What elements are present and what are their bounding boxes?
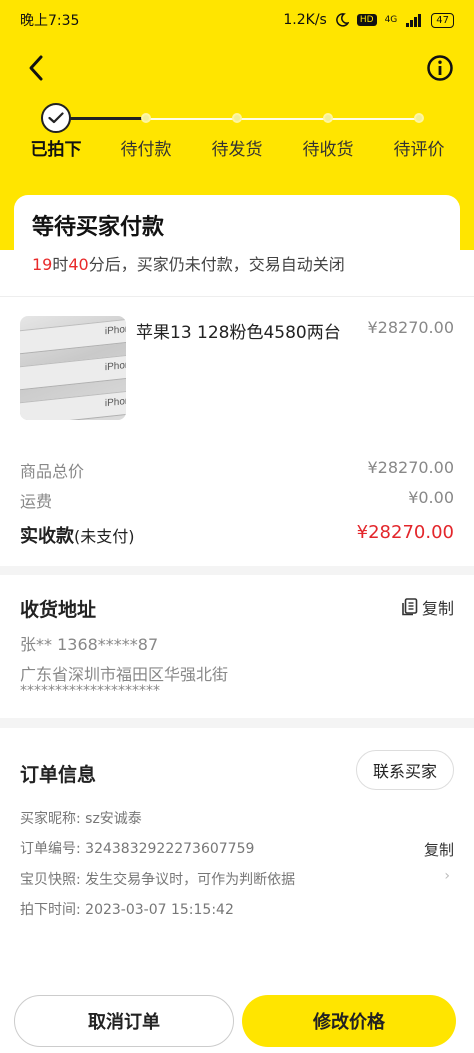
back-button[interactable] — [18, 50, 54, 86]
box-label: iPhone — [104, 323, 126, 338]
moon-icon — [336, 13, 349, 27]
signal-label: 4G — [384, 15, 398, 25]
battery-indicator: 47 — [431, 12, 454, 28]
product-price: ¥28270.00 — [367, 318, 454, 337]
copy-order-number-button[interactable]: 复制 — [424, 839, 454, 860]
step-awaiting-receipt: 待收货 — [291, 95, 365, 160]
goods-total-value: ¥28270.00 — [367, 458, 454, 477]
step-awaiting-payment: 待付款 — [109, 95, 183, 160]
order-number: 订单编号: 3243832922273607759 — [20, 841, 255, 857]
actual-label: 实收款 — [20, 526, 74, 547]
modify-price-button[interactable]: 修改价格 — [242, 995, 456, 1047]
box-layer: iPhone — [20, 353, 126, 391]
hours-unit: 时 — [52, 255, 69, 274]
step-awaiting-review: 待评价 — [382, 95, 456, 160]
status-title: 等待买家付款 — [32, 215, 165, 240]
shipping-address-section: 收货地址 复制 张** 1368*****87 广东省深圳市福田区华强北街 **… — [0, 575, 474, 718]
countdown-minutes: 40 — [68, 255, 89, 274]
check-icon — [41, 103, 71, 133]
buyer-nickname: 买家昵称: sz安诚泰 — [20, 811, 142, 827]
recipient-contact: 张** 1368*****87 — [20, 635, 159, 654]
status-bar: 晚上7:35 1.2K/s HD 4G 47 — [0, 0, 474, 40]
step-placed: 已拍下 — [19, 95, 93, 160]
shipping-row: 运费 ¥0.00 — [20, 488, 454, 512]
box-label: iPhone — [104, 359, 126, 374]
product-section: iPhone iPhone iPhone 苹果13 128粉色4580两台 ¥2… — [0, 296, 474, 566]
step-dot — [414, 113, 424, 123]
snapshot-row[interactable]: 宝贝快照: 发生交易争议时，可作为判断依据 — [20, 869, 295, 889]
contact-buyer-button[interactable]: 联系买家 — [356, 750, 454, 790]
goods-total-label: 商品总价 — [20, 462, 85, 481]
status-time: 晚上7:35 — [20, 13, 80, 29]
step-label: 待收货 — [302, 140, 354, 160]
product-image[interactable]: iPhone iPhone iPhone — [20, 316, 126, 420]
order-info-title: 订单信息 — [20, 764, 97, 786]
payment-status-card: 等待买家付款 19时40分后，买家仍未付款，交易自动关闭 — [14, 195, 460, 283]
step-dot — [232, 113, 242, 123]
chevron-right-icon: › — [444, 868, 450, 884]
address-region: 广东省深圳市福田区华强北街 — [20, 665, 229, 684]
step-label: 已拍下 — [30, 140, 82, 160]
product-title[interactable]: 苹果13 128粉色4580两台 — [136, 318, 341, 343]
bottom-action-bar: 取消订单 修改价格 — [0, 983, 474, 1053]
shipping-label: 运费 — [20, 492, 53, 511]
countdown-text: 19时40分后，买家仍未付款，交易自动关闭 — [32, 251, 442, 275]
copy-address-button[interactable]: 复制 — [402, 595, 454, 619]
step-awaiting-shipment: 待发货 — [200, 95, 274, 160]
cancel-order-button[interactable]: 取消订单 — [14, 995, 234, 1047]
countdown-hours: 19 — [32, 255, 53, 274]
placed-time: 拍下时间: 2023-03-07 15:15:42 — [20, 902, 234, 918]
order-info-section: 订单信息 联系买家 买家昵称: sz安诚泰 订单编号: 324383292227… — [0, 728, 474, 983]
box-layer: iPhone — [20, 389, 126, 420]
step-label: 待发货 — [211, 140, 263, 160]
actual-received-row: 实收款(未支付) ¥28270.00 — [20, 522, 454, 548]
status-indicators: 1.2K/s HD 4G 47 — [283, 12, 454, 28]
address-title: 收货地址 — [20, 599, 97, 621]
signal-icon — [406, 14, 422, 27]
actual-value: ¥28270.00 — [356, 522, 454, 543]
hd-badge: HD — [356, 14, 377, 26]
step-label: 待付款 — [120, 140, 172, 160]
network-speed: 1.2K/s — [283, 12, 327, 28]
step-dot — [323, 113, 333, 123]
divider — [0, 296, 474, 297]
goods-total-row: 商品总价 ¥28270.00 — [20, 458, 454, 482]
step-label: 待评价 — [393, 140, 445, 160]
order-progress: 已拍下 待付款 待发货 待收货 待评价 — [0, 95, 474, 195]
shipping-value: ¥0.00 — [408, 488, 454, 507]
top-header — [0, 40, 474, 95]
actual-note: (未支付) — [74, 527, 135, 546]
copy-icon — [402, 598, 418, 616]
box-label: iPhone — [104, 395, 126, 410]
copy-label: 复制 — [421, 599, 454, 618]
info-button[interactable] — [424, 52, 456, 84]
address-detail: ******************** — [20, 683, 160, 699]
chevron-left-icon — [29, 55, 43, 81]
box-layer: iPhone — [20, 317, 126, 355]
step-dot — [141, 113, 151, 123]
info-icon — [427, 55, 453, 81]
countdown-tail: 分后，买家仍未付款，交易自动关闭 — [88, 255, 345, 274]
